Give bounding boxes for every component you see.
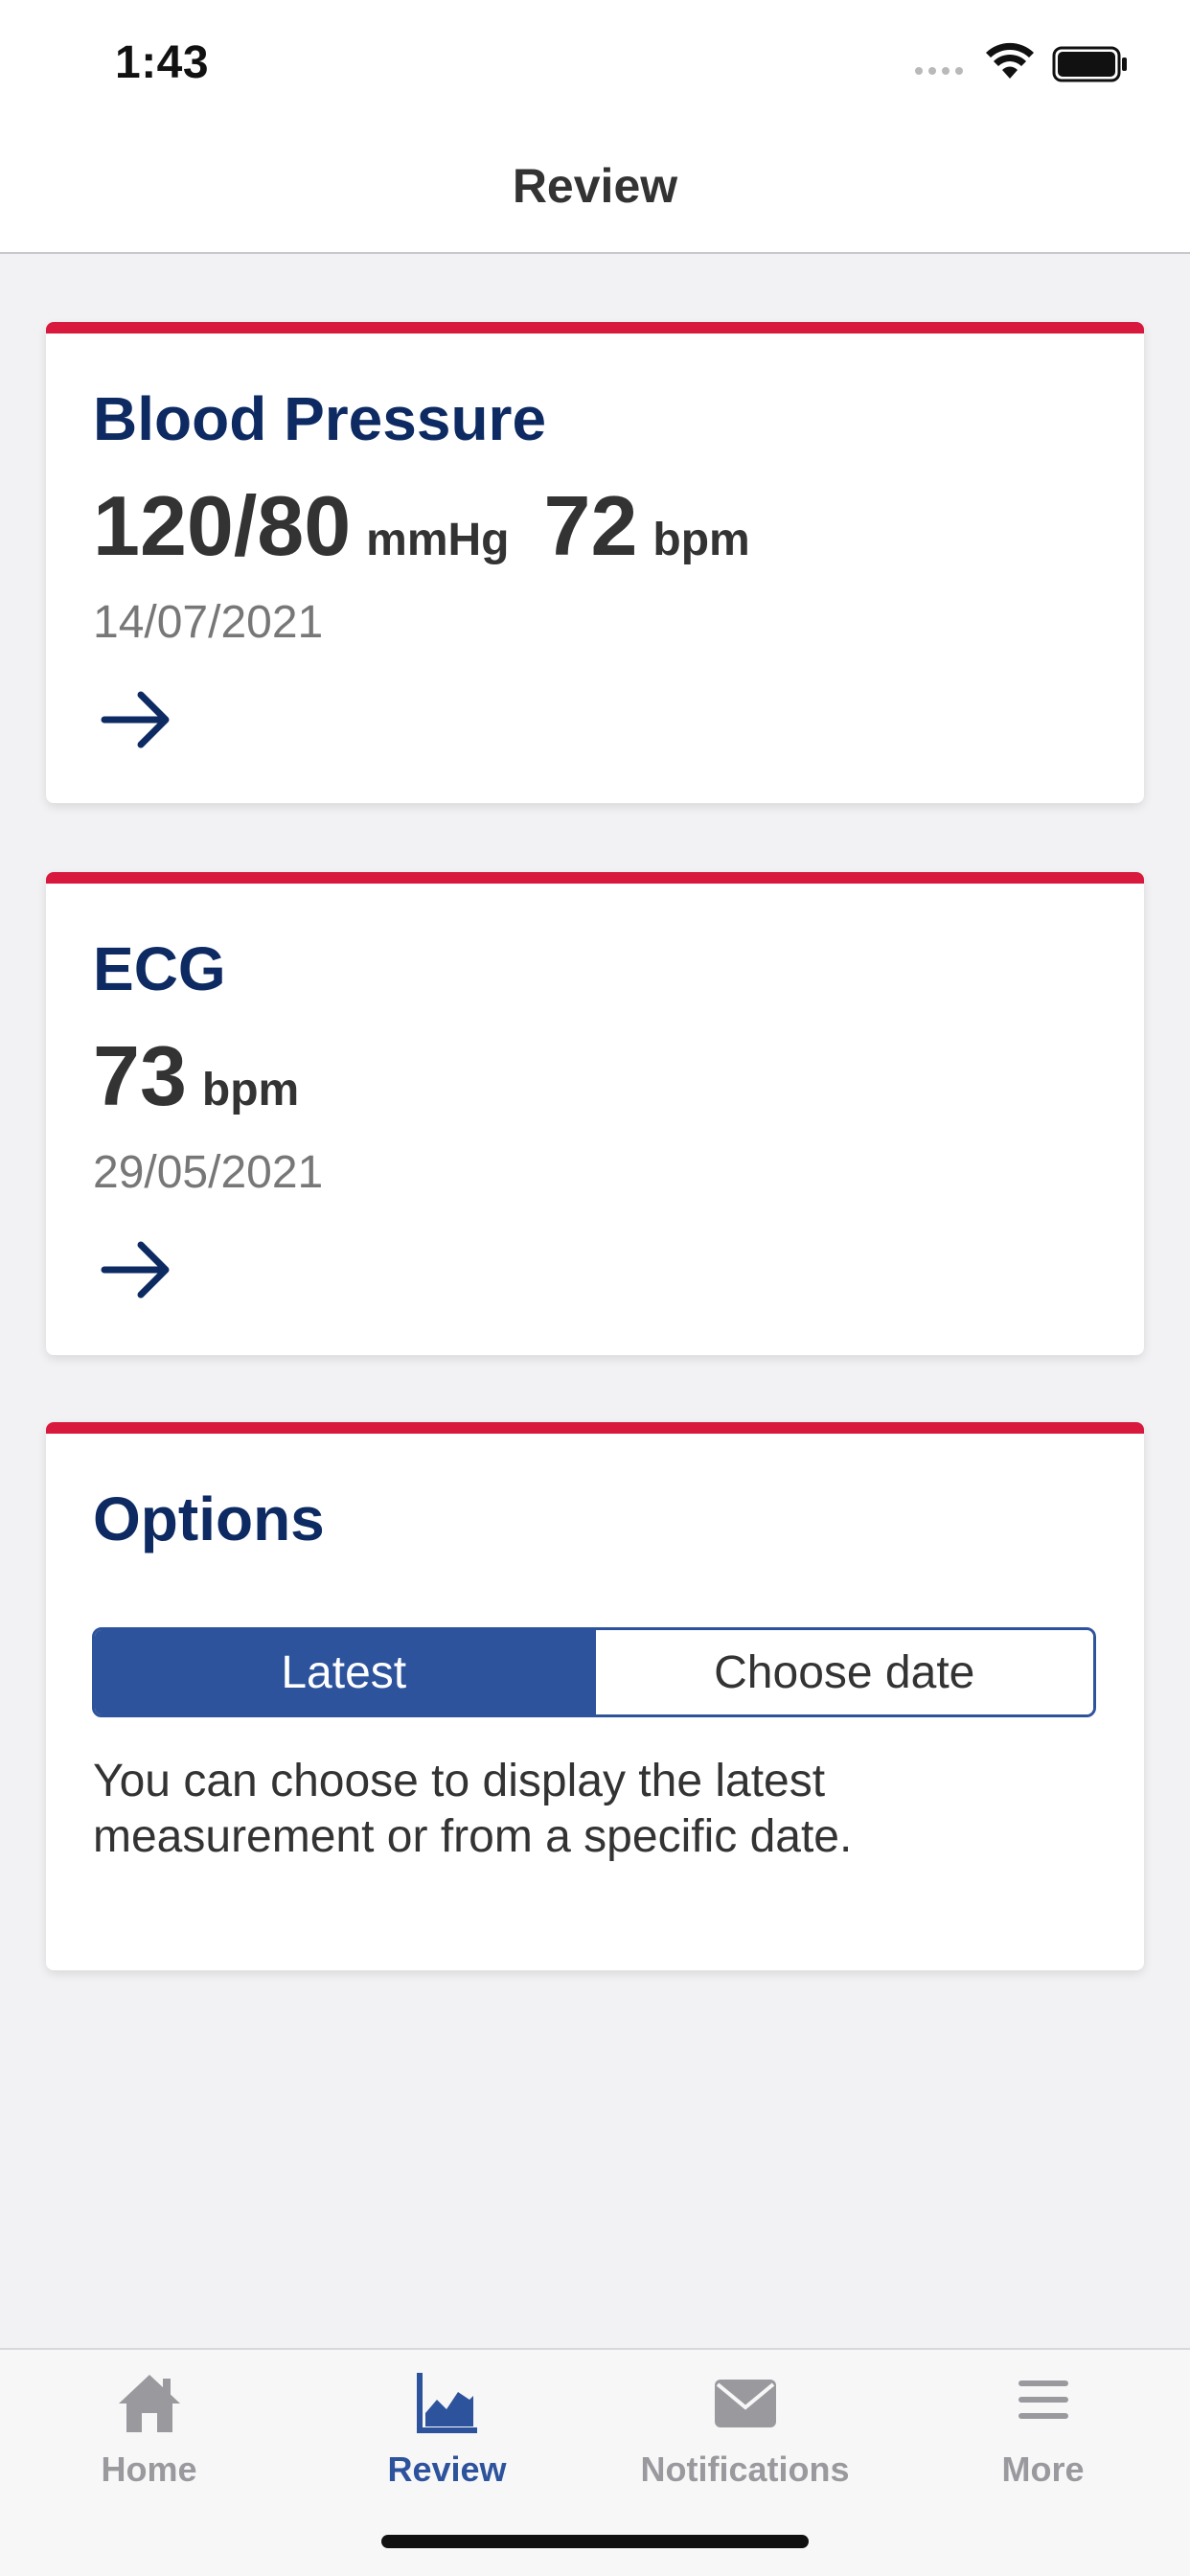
ecg-card[interactable]: ECG 73 bpm 29/05/2021 — [46, 872, 1144, 1355]
card-title: Blood Pressure — [93, 384, 547, 453]
tab-review[interactable]: Review — [298, 2350, 596, 2494]
blood-pressure-reading: 120/80 mmHg 72 bpm — [93, 477, 750, 575]
tab-label: More — [1001, 2450, 1085, 2489]
status-time: 1:43 — [115, 37, 210, 88]
segment-latest[interactable]: Latest — [95, 1630, 593, 1714]
home-indicator[interactable] — [381, 2535, 809, 2548]
blood-pressure-card[interactable]: Blood Pressure 120/80 mmHg 72 bpm 14/07/… — [46, 322, 1144, 803]
pulse-value: 73 — [93, 1028, 187, 1123]
tab-home[interactable]: Home — [0, 2350, 298, 2494]
status-bar: 1:43 — [0, 0, 1190, 130]
tab-label: Review — [387, 2450, 507, 2489]
options-description: You can choose to display the latest mea… — [93, 1756, 853, 1862]
chart-icon — [416, 2373, 477, 2433]
pulse-unit: bpm — [201, 1065, 300, 1116]
envelope-icon — [714, 2380, 776, 2427]
measurement-date: 14/07/2021 — [93, 597, 324, 648]
arrow-right-icon[interactable] — [99, 686, 175, 753]
hamburger-menu-icon — [1018, 2380, 1068, 2419]
card-title: ECG — [93, 934, 226, 1003]
home-icon — [118, 2375, 180, 2432]
measurement-date: 29/05/2021 — [93, 1147, 324, 1198]
tab-more[interactable]: More — [894, 2350, 1190, 2494]
pressure-value: 120/80 — [93, 478, 352, 573]
battery-icon — [1052, 46, 1127, 82]
tab-notifications[interactable]: Notifications — [596, 2350, 894, 2494]
page-title: Review — [512, 158, 678, 213]
tab-label: Home — [101, 2450, 197, 2489]
ecg-reading: 73 bpm — [93, 1027, 299, 1125]
cellular-signal-icon — [915, 67, 963, 75]
pressure-unit: mmHg — [366, 515, 510, 565]
wifi-icon — [986, 42, 1034, 79]
options-card: Options Latest Choose date You can choos… — [46, 1422, 1144, 1970]
navigation-bar: Review — [0, 130, 1190, 254]
segment-choose-date[interactable]: Choose date — [592, 1630, 1093, 1714]
arrow-right-icon[interactable] — [99, 1236, 175, 1303]
pulse-unit: bpm — [652, 515, 750, 565]
date-mode-segmented-control: Latest Choose date — [92, 1627, 1096, 1717]
pulse-value: 72 — [543, 478, 638, 573]
card-title: Options — [93, 1484, 325, 1553]
tab-label: Notifications — [640, 2450, 850, 2489]
